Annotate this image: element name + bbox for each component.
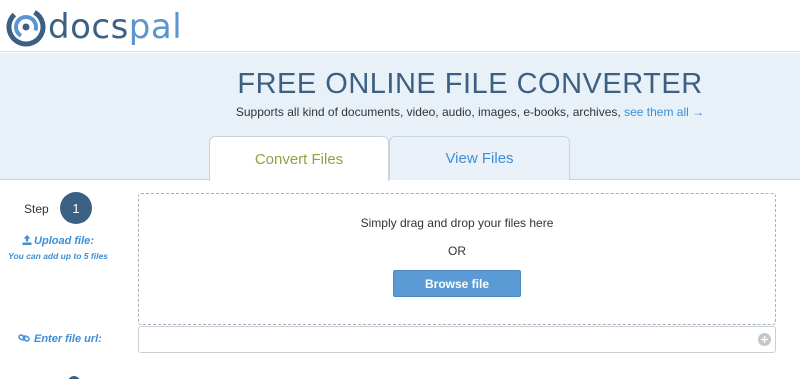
brand-name-pal: pal <box>128 7 183 47</box>
docspal-logo[interactable]: docspal <box>6 7 182 47</box>
step-number: 1 <box>72 200 80 216</box>
upload-file-label-text: Upload file: <box>34 235 94 247</box>
see-all-formats-link[interactable]: see them all → <box>624 105 704 119</box>
page-title: FREE ONLINE FILE CONVERTER <box>237 68 703 100</box>
drop-zone-instruction: Simply drag and drop your files here <box>360 216 554 230</box>
tab-view-files[interactable]: View Files <box>389 136 570 180</box>
brand-name-docs: docs <box>48 7 129 47</box>
brand-name: docspal <box>48 7 182 47</box>
file-url-label-text: Enter file url: <box>34 333 102 345</box>
converter-panel: Step 1 Upload file: You can add up to 5 … <box>0 180 800 379</box>
upload-icon <box>22 235 32 245</box>
tab-convert-files[interactable]: Convert Files <box>209 136 389 181</box>
supported-formats-text: Supports all kind of documents, video, a… <box>235 105 621 119</box>
tab-convert-files-label: Convert Files <box>254 150 344 168</box>
step-number-badge: 1 <box>60 192 92 224</box>
drop-zone-or: OR <box>448 244 466 258</box>
file-url-label: Enter file url: <box>18 333 102 345</box>
upload-file-label: Upload file: <box>0 235 116 247</box>
browse-file-button[interactable]: Browse file <box>393 270 521 297</box>
step-label: Step <box>24 202 49 216</box>
site-header: docspal <box>0 0 800 52</box>
link-icon <box>18 334 30 342</box>
tab-view-files-label: View Files <box>445 150 514 167</box>
hero-subtitle: Supports all kind of documents, video, a… <box>0 105 800 119</box>
upload-limit-hint: You can add up to 5 files <box>8 251 108 261</box>
docspal-logo-icon <box>6 7 46 47</box>
plus-circle-icon[interactable] <box>758 333 771 346</box>
file-url-input[interactable] <box>138 326 776 353</box>
file-drop-zone[interactable]: Simply drag and drop your files here OR … <box>138 193 776 325</box>
